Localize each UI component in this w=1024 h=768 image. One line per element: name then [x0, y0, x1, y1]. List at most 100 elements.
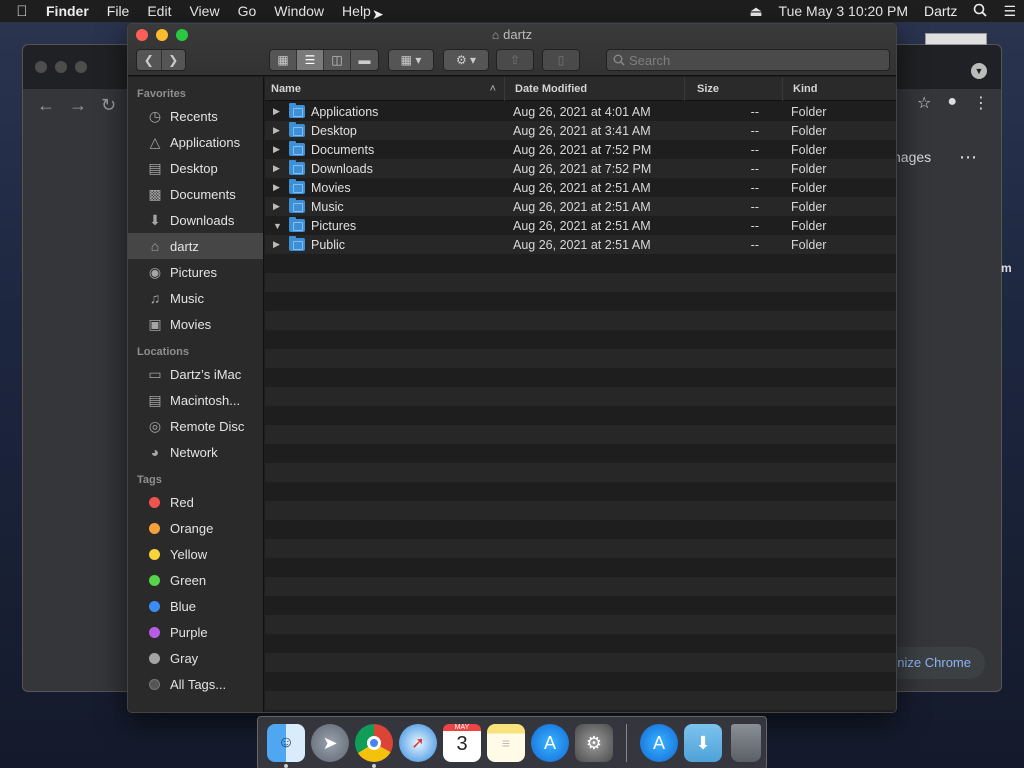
sidebar-item-documents[interactable]: ▩ Documents	[128, 181, 263, 207]
menubar-user[interactable]: Dartz	[916, 3, 965, 19]
file-date: Aug 26, 2021 at 3:41 AM	[513, 123, 651, 138]
menu-go[interactable]: Go	[229, 3, 266, 19]
sidebar-item-downloads[interactable]: ⬇ Downloads	[128, 207, 263, 233]
system-preferences-icon[interactable]: ⚙	[575, 724, 613, 762]
dock: ☺ ➤ ➚ MAY 3 ≡ A ⚙ A ⬇	[257, 716, 767, 768]
reload-icon[interactable]: ↻	[101, 95, 116, 116]
profile-icon[interactable]: ●	[947, 93, 957, 113]
edit-tags-button[interactable]: ▯	[542, 49, 580, 71]
file-name: Documents	[311, 142, 375, 157]
table-row[interactable]: ▶ Desktop Aug 26, 2021 at 3:41 AM -- Fold…	[265, 121, 896, 140]
notes-icon[interactable]: ≡	[487, 724, 525, 762]
file-size: --	[750, 218, 759, 233]
column-header-name[interactable]: Name ˄	[265, 76, 505, 101]
sidebar-item-recents[interactable]: ◷ Recents	[128, 103, 263, 129]
column-header-date[interactable]: Date Modified	[505, 76, 685, 101]
table-row[interactable]: ▶ Public Aug 26, 2021 at 2:51 AM -- Folde…	[265, 235, 896, 254]
gallery-view-button[interactable]: ▬	[351, 50, 378, 70]
sidebar-item-applications[interactable]: △ Applications	[128, 129, 263, 155]
menu-window[interactable]: Window	[265, 3, 333, 19]
group-by-button[interactable]: ▦ ▾	[388, 49, 434, 71]
sidebar-item-label: Purple	[170, 624, 208, 640]
icon-view-button[interactable]: ▦	[270, 50, 297, 70]
chrome-icon[interactable]	[355, 724, 393, 768]
file-kind: Folder	[791, 199, 827, 214]
disclosure-triangle-icon[interactable]: ▶	[273, 201, 289, 212]
finder-icon[interactable]: ☺	[267, 724, 305, 768]
trash-icon[interactable]	[731, 724, 761, 762]
sidebar-item-movies[interactable]: ▣ Movies	[128, 311, 263, 337]
spotlight-search-icon[interactable]	[965, 3, 995, 20]
app-store-icon[interactable]: A	[531, 724, 569, 762]
table-row[interactable]: ▶ Applications Aug 26, 2021 at 4:01 AM --…	[265, 102, 896, 121]
table-row[interactable]: ▶ Movies Aug 26, 2021 at 2:51 AM -- Folde…	[265, 178, 896, 197]
chrome-tab-search-icon[interactable]: ▼	[971, 63, 987, 79]
app-store-download-icon[interactable]: A	[640, 724, 678, 762]
sidebar-tag-blue[interactable]: Blue	[128, 593, 263, 619]
sidebar-item-network[interactable]: ◕ Network	[128, 439, 263, 465]
table-row[interactable]: ▶ Downloads Aug 26, 2021 at 7:52 PM -- Fo…	[265, 159, 896, 178]
apple-menu-icon[interactable]: 	[0, 3, 44, 20]
menu-view[interactable]: View	[180, 3, 228, 19]
bookmark-star-icon[interactable]: ☆	[917, 93, 931, 113]
back-button[interactable]: ❮	[137, 50, 162, 70]
google-apps-icon[interactable]: ⋯	[959, 147, 977, 168]
sidebar-tag-red[interactable]: Red	[128, 489, 263, 515]
table-row[interactable]: ▶ Music Aug 26, 2021 at 2:51 AM -- Folder	[265, 197, 896, 216]
file-date: Aug 26, 2021 at 2:51 AM	[513, 237, 651, 252]
forward-button[interactable]: ❯	[161, 50, 185, 70]
column-header-size[interactable]: Size	[685, 76, 783, 101]
google-images-link[interactable]: nages	[893, 149, 931, 165]
menu-file[interactable]: File	[98, 3, 139, 19]
chrome-menu-icon[interactable]: ⋮	[973, 93, 989, 113]
downloads-folder-icon[interactable]: ⬇	[684, 724, 722, 762]
hard-drive-icon: ▤	[148, 391, 162, 408]
chrome-traffic-lights[interactable]	[35, 61, 87, 73]
menu-finder[interactable]: Finder	[44, 3, 98, 19]
disclosure-triangle-icon[interactable]: ▶	[273, 163, 289, 174]
launchpad-icon[interactable]: ➤	[311, 724, 349, 762]
partial-text: m	[1001, 261, 1012, 275]
file-size: --	[750, 161, 759, 176]
sidebar-item-imac[interactable]: ▭ Dartz’s iMac	[128, 361, 263, 387]
disclosure-triangle-icon[interactable]: ▶	[273, 125, 289, 136]
search-input[interactable]	[629, 52, 869, 68]
menubar-clock[interactable]: Tue May 3 10:20 PM	[771, 3, 916, 19]
sidebar-tag-yellow[interactable]: Yellow	[128, 541, 263, 567]
file-kind: Folder	[791, 237, 827, 252]
table-row[interactable]: ▼ Pictures Aug 26, 2021 at 2:51 AM -- Fol…	[265, 216, 896, 235]
disclosure-triangle-icon[interactable]: ▶	[273, 239, 289, 250]
sidebar-item-desktop[interactable]: ▤ Desktop	[128, 155, 263, 181]
forward-arrow-icon[interactable]: →	[69, 95, 87, 116]
search-field[interactable]	[606, 49, 890, 71]
folder-icon	[289, 160, 305, 175]
sidebar-item-label: Recents	[170, 108, 218, 124]
column-view-button[interactable]: ◫	[324, 50, 351, 70]
disclosure-triangle-expanded-icon[interactable]: ▼	[273, 221, 289, 231]
notification-center-icon[interactable]: ☰	[995, 3, 1024, 20]
sidebar-tag-green[interactable]: Green	[128, 567, 263, 593]
sidebar-item-macintosh-hd[interactable]: ▤ Macintosh...	[128, 387, 263, 413]
sidebar-item-home[interactable]: ⌂ dartz	[128, 233, 263, 259]
column-header-kind[interactable]: Kind	[783, 77, 896, 101]
disclosure-triangle-icon[interactable]: ▶	[273, 182, 289, 193]
table-row[interactable]: ▶ Documents Aug 26, 2021 at 7:52 PM -- Fo…	[265, 140, 896, 159]
tag-dot-icon	[149, 496, 160, 508]
disclosure-triangle-icon[interactable]: ▶	[273, 144, 289, 155]
calendar-icon[interactable]: MAY 3	[443, 724, 481, 762]
list-view-button[interactable]: ☰	[297, 50, 324, 70]
eject-icon[interactable]: ⏏	[741, 3, 770, 20]
action-menu-button[interactable]: ⚙ ▾	[443, 49, 489, 71]
sidebar-tag-orange[interactable]: Orange	[128, 515, 263, 541]
sidebar-item-remote-disc[interactable]: ◎ Remote Disc	[128, 413, 263, 439]
share-button[interactable]: ⇧	[496, 49, 534, 71]
menu-edit[interactable]: Edit	[138, 3, 180, 19]
sidebar-tag-purple[interactable]: Purple	[128, 619, 263, 645]
safari-icon[interactable]: ➚	[399, 724, 437, 762]
sidebar-tag-gray[interactable]: Gray	[128, 645, 263, 671]
sidebar-item-music[interactable]: ♫ Music	[128, 285, 263, 311]
sidebar-item-pictures[interactable]: ◉ Pictures	[128, 259, 263, 285]
sidebar-all-tags[interactable]: All Tags...	[128, 671, 263, 697]
back-arrow-icon[interactable]: ←	[37, 95, 55, 116]
disclosure-triangle-icon[interactable]: ▶	[273, 106, 289, 117]
